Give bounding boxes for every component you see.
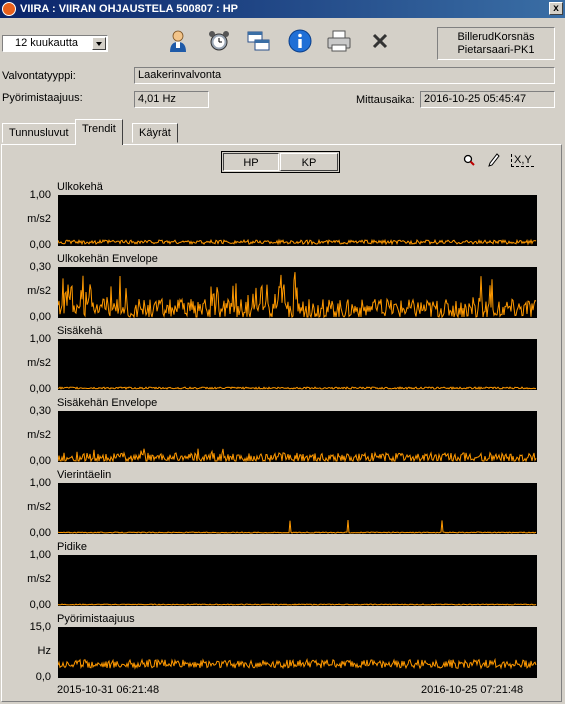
window-close-button[interactable]: x — [549, 2, 563, 15]
window-title: VIIRA : VIIRAN OHJAUSTELA 500807 : HP — [20, 3, 239, 15]
chart-plot-area — [58, 555, 537, 606]
period-select-value: 12 kuukautta — [15, 37, 78, 49]
close-icon[interactable] — [367, 28, 393, 54]
app-logo-icon — [2, 2, 16, 16]
x-axis-start-label: 2015-10-31 06:21:48 — [57, 684, 160, 696]
chart-plot-area — [58, 339, 537, 390]
y-tick-max: 1,00 — [29, 477, 51, 489]
plant-name-box: BillerudKorsnäs Pietarsaari-PK1 — [437, 27, 555, 60]
y-unit-label: Hz — [37, 645, 51, 657]
pencil-icon[interactable] — [488, 153, 500, 167]
y-unit-label: m/s2 — [27, 357, 51, 369]
monitoring-type-field: Laakerinvalvonta — [134, 67, 555, 84]
info-icon[interactable] — [287, 28, 313, 54]
y-tick-min: 0,00 — [29, 527, 51, 539]
series-line — [58, 657, 537, 670]
chart-plot-area — [58, 195, 537, 246]
y-unit-label: m/s2 — [27, 501, 51, 513]
y-tick-max: 1,00 — [29, 189, 51, 201]
chart-title: Pyörimistaajuus — [57, 613, 135, 625]
chart-plot-area — [58, 483, 537, 534]
y-tick-min: 0,00 — [29, 383, 51, 395]
printer-icon[interactable] — [326, 28, 352, 54]
measure-time-label: Mittausaika: — [356, 94, 415, 106]
y-tick-max: 0,30 — [29, 261, 51, 273]
chart-title: Sisäkehä — [57, 325, 103, 337]
title-bar: VIIRA : VIIRAN OHJAUSTELA 500807 : HP x — [0, 0, 565, 18]
zoom-icon[interactable] — [463, 154, 475, 166]
tab-kayrat[interactable]: Käyrät — [132, 123, 178, 143]
y-tick-min: 0,00 — [29, 311, 51, 323]
y-tick-min: 0,0 — [35, 671, 51, 683]
y-tick-max: 0,30 — [29, 405, 51, 417]
chart-title: Vierintäelin — [57, 469, 112, 481]
y-unit-label: m/s2 — [27, 573, 51, 585]
speed-field: 4,01 Hz — [134, 91, 209, 108]
series-line — [58, 520, 537, 534]
plant-name-line2: Pietarsaari-PK1 — [457, 44, 535, 56]
y-tick-max: 1,00 — [29, 549, 51, 561]
period-select[interactable]: 12 kuukautta — [2, 35, 108, 52]
chart-plot-area — [58, 267, 537, 318]
series-line — [58, 448, 537, 462]
chart-title: Ulkokehä — [57, 181, 103, 193]
series-line — [58, 272, 537, 318]
y-unit-label: m/s2 — [27, 213, 51, 225]
kp-button[interactable]: KP — [280, 153, 338, 171]
tab-tunnusluvut[interactable]: Tunnusluvut — [2, 123, 76, 143]
y-tick-min: 0,00 — [29, 455, 51, 467]
y-tick-min: 0,00 — [29, 239, 51, 251]
measure-time-field: 2016-10-25 05:45:47 — [420, 91, 555, 108]
plant-name-line1: BillerudKorsnäs — [457, 31, 535, 43]
y-tick-min: 0,00 — [29, 599, 51, 611]
tab-trendit[interactable]: Trendit — [75, 119, 123, 145]
monitoring-type-label: Valvontatyyppi: — [2, 70, 76, 82]
side-selector: HP KP — [221, 151, 340, 173]
series-line — [58, 386, 537, 390]
chart-plot-area — [58, 411, 537, 462]
y-unit-label: m/s2 — [27, 285, 51, 297]
series-line — [58, 603, 537, 606]
chart-title: Ulkokehän Envelope — [57, 253, 158, 265]
windows-icon[interactable] — [246, 28, 272, 54]
y-tick-max: 15,0 — [29, 621, 51, 633]
alarm-clock-icon[interactable] — [206, 28, 232, 54]
xy-cursor-button[interactable]: X,Y — [511, 154, 534, 167]
speed-label: Pyörimistaajuus: — [2, 92, 83, 104]
chart-plot-area — [58, 627, 537, 678]
series-line — [58, 238, 537, 246]
y-unit-label: m/s2 — [27, 429, 51, 441]
y-tick-max: 1,00 — [29, 333, 51, 345]
chart-title: Pidike — [57, 541, 87, 553]
x-axis-end-label: 2016-10-25 07:21:48 — [421, 684, 524, 696]
hp-button[interactable]: HP — [223, 153, 279, 171]
chevron-down-icon[interactable] — [92, 37, 106, 50]
chart-title: Sisäkehän Envelope — [57, 397, 158, 409]
user-icon[interactable] — [165, 28, 191, 54]
